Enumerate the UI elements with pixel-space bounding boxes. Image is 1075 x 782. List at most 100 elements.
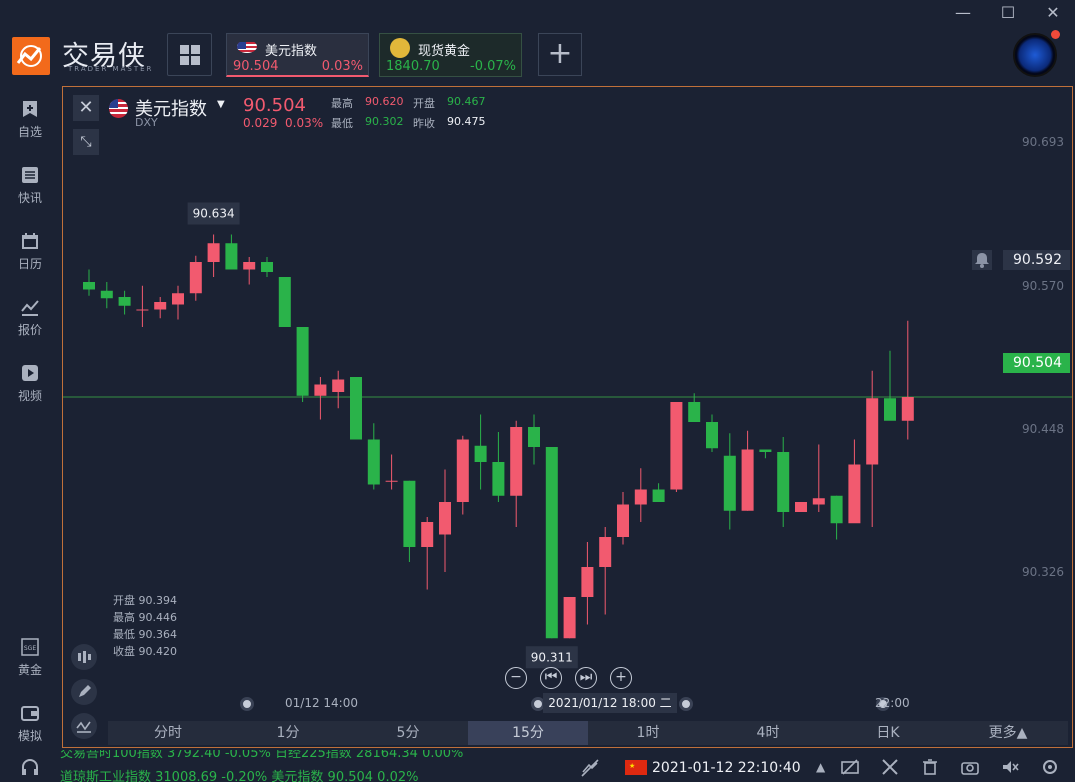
candle-body (100, 290, 113, 299)
user-avatar[interactable] (1013, 33, 1057, 77)
tab-timeframe-15m[interactable]: 15分 (468, 721, 588, 745)
sidebar-item-news[interactable]: 快讯 (0, 166, 60, 206)
close-icon[interactable]: ✕ (1041, 3, 1065, 22)
candle-body (154, 302, 167, 310)
candle-body (456, 439, 469, 502)
sidebar-item-calendar[interactable]: 日历 (0, 232, 60, 272)
sge-icon: SGE (21, 638, 39, 656)
candle-body (795, 502, 807, 512)
trend-icon (21, 300, 39, 316)
candle-body (901, 397, 914, 421)
ticker-price: 90.504 (233, 59, 279, 74)
ticker-tab-dxy[interactable]: 美元指数 90.504 0.03% (226, 33, 369, 77)
candle-body (296, 327, 309, 396)
candlestick-chart[interactable]: 90.634 90.311 (63, 87, 1072, 687)
sidebar-item-simulate[interactable]: 模拟 (0, 704, 60, 744)
candles-icon (78, 651, 91, 663)
candle-body (403, 480, 416, 547)
sidebar-item-label: 报价 (17, 323, 42, 337)
candle-body (706, 422, 718, 449)
indicator-icon (76, 721, 91, 733)
headset-icon[interactable] (20, 758, 40, 778)
hide-icon[interactable] (580, 758, 600, 778)
status-datetime: 2021-01-12 22:10:40 (652, 760, 801, 776)
candle-body (474, 445, 487, 462)
mute-icon[interactable] (1000, 757, 1020, 777)
sidebar: 自选 快讯 日历 报价 视频 SGE 黄金 模拟 (0, 86, 60, 746)
candle-body (848, 464, 861, 524)
candle-body (652, 489, 665, 502)
draw-tool-button[interactable] (71, 679, 97, 705)
sidebar-item-label: 自选 (17, 125, 42, 139)
ticker-name: 现货黄金 (418, 44, 471, 59)
min-marker-label: 90.311 (531, 650, 573, 664)
sidebar-item-video[interactable]: 视频 (0, 364, 60, 404)
candle-body (545, 447, 558, 639)
candle-body (367, 439, 380, 485)
candle-body (866, 398, 879, 465)
tab-timeframe-more[interactable]: 更多▲ (948, 721, 1068, 745)
minimize-icon[interactable]: — (951, 3, 975, 22)
candle-body (510, 427, 523, 496)
settings-icon[interactable] (1040, 757, 1060, 777)
tab-timeframe-1h[interactable]: 1时 (588, 721, 708, 745)
maximize-icon[interactable]: ☐ (996, 3, 1020, 22)
zoom-in-button[interactable]: + (610, 667, 632, 689)
candle-body (617, 504, 629, 537)
candle-body (243, 262, 256, 270)
screen-icon[interactable] (840, 757, 860, 777)
candle-body (688, 402, 701, 422)
tools-icon[interactable] (880, 757, 900, 777)
layout-grid-button[interactable] (167, 33, 212, 76)
add-ticker-button[interactable]: + (538, 33, 582, 76)
candle-body (136, 309, 149, 311)
candle-body (332, 379, 345, 392)
time-axis-label: 01/12 14:00 (285, 696, 358, 710)
tab-timeframe-line[interactable]: 分时 (108, 721, 228, 745)
candle-body (172, 293, 184, 305)
cn-flag-icon: ★ (625, 760, 647, 775)
jump-end-button[interactable]: ⏭ (575, 667, 597, 689)
candle-body (261, 262, 273, 272)
candle-body (385, 480, 398, 482)
scroll-handle-left[interactable] (240, 697, 254, 711)
indicator-button[interactable] (71, 713, 97, 739)
camera-icon[interactable] (960, 757, 980, 777)
marquee-line-top: 交易吾时100指数 3792.40 -0.05% 日经225指数 28164.3… (60, 750, 464, 761)
bell-icon[interactable] (972, 250, 992, 270)
candle-body (884, 398, 896, 421)
candle-type-button[interactable] (71, 644, 97, 670)
price-axis-label: 90.693 (1022, 135, 1064, 149)
chart-panel: ✕ ⤡ 美元指数 ▼ DXY 90.504 0.029 0.03% 最高 90.… (62, 86, 1073, 748)
tab-timeframe-day[interactable]: 日K (828, 721, 948, 745)
gold-icon (390, 38, 410, 58)
marquee-line-bottom: 道琼斯工业指数 31008.69 -0.20% 美元指数 90.504 0.02… (60, 770, 419, 782)
sidebar-item-label: 快讯 (17, 191, 42, 205)
hover-open: 开盘 90.394 (113, 594, 177, 607)
candle-body (439, 502, 451, 535)
tab-timeframe-4h[interactable]: 4时 (708, 721, 828, 745)
calendar-icon (22, 233, 38, 249)
sidebar-item-quotes[interactable]: 报价 (0, 298, 60, 338)
svg-text:SGE: SGE (24, 645, 36, 652)
trash-icon[interactable] (920, 757, 940, 777)
sidebar-item-watchlist[interactable]: 自选 (0, 100, 60, 140)
sidebar-item-gold[interactable]: SGE 黄金 (0, 638, 60, 678)
sidebar-item-label: 视频 (17, 389, 42, 403)
cursor-handle-right[interactable] (679, 697, 693, 711)
tab-timeframe-5m[interactable]: 5分 (348, 721, 468, 745)
tab-timeframe-1m[interactable]: 1分 (228, 721, 348, 745)
ticker-tab-gold[interactable]: 现货黄金 1840.70 -0.07% (379, 33, 522, 77)
bookmark-plus-icon (23, 101, 37, 117)
alert-price-tag[interactable]: 90.592 (1003, 250, 1070, 270)
jump-start-button[interactable]: ⏮ (540, 667, 562, 689)
caret-up-icon[interactable]: ▲ (816, 760, 825, 774)
candle-body (599, 537, 612, 567)
hover-low: 最低 90.364 (113, 628, 177, 641)
price-axis-label: 90.448 (1022, 422, 1064, 436)
candle-body (634, 489, 647, 505)
news-icon (22, 167, 38, 183)
zoom-out-button[interactable]: − (505, 667, 527, 689)
ticker-change: -0.07% (470, 59, 516, 74)
candle-body (225, 243, 238, 270)
